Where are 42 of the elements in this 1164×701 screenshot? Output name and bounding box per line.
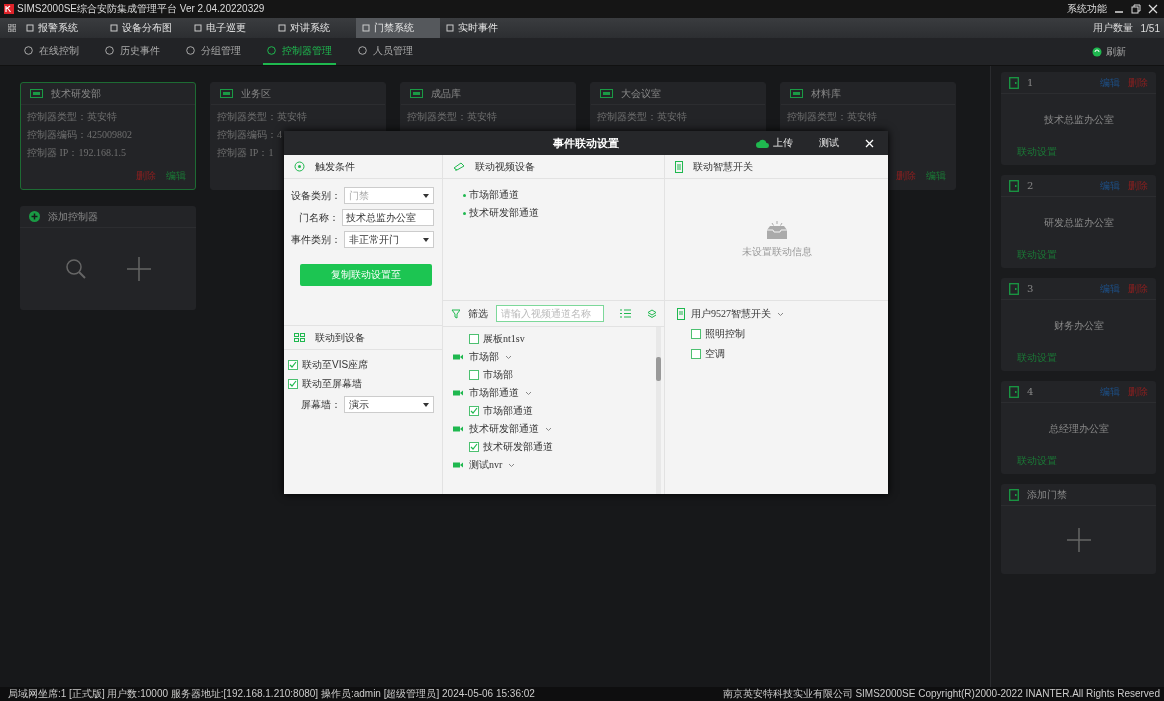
controller-name: 大会议室 (621, 86, 661, 101)
door-name: 总经理办公室 (1048, 421, 1109, 436)
door-name: 技术总监办公室 (1043, 112, 1114, 127)
user-count-value: 1/51 (1140, 22, 1160, 34)
door-number: 3 (1027, 283, 1034, 294)
field-label: 事件类别： (289, 232, 341, 247)
controller-info: 控制器编码：4 (217, 128, 283, 142)
controller-info: 控制器类型：英安特 (597, 110, 688, 124)
controller-info: 控制器类型：英安特 (217, 110, 308, 124)
controller-info: 控制器类型：英安特 (27, 110, 118, 124)
controller-info: 控制器 IP：1 (217, 146, 275, 160)
door-name: 研发总监办公室 (1043, 215, 1114, 230)
section-title: 联动智慧开关 (693, 159, 753, 174)
window-title: SIMS2000SE综合安防集成管理平台 Ver 2.04.20220329 (17, 2, 265, 16)
controller-info: 控制器类型：英安特 (407, 110, 498, 124)
door-number: 4 (1027, 386, 1034, 397)
door-number: 2 (1027, 180, 1034, 191)
controller-name: 材料库 (811, 86, 841, 101)
field-label: 屏幕墙： (299, 397, 341, 412)
controller-name: 业务区 (241, 86, 271, 101)
door-name: 财务办公室 (1053, 318, 1104, 333)
copyright-text: 南京英安特科技实业有限公司 SIMS2000SE Copyright(R)2000-2022 INANTER.All Rights Reserved (722, 687, 1160, 701)
linked-channel: 市场部通道 (463, 188, 644, 202)
section-title: 触发条件 (315, 159, 355, 174)
dialog-title: 事件联动设置 (553, 135, 619, 151)
controller-info: 控制器类型：英安特 (787, 110, 878, 124)
door-number: 1 (1027, 77, 1034, 88)
controller-name: 技术研发部 (51, 86, 101, 101)
status-text: 局域网坐席:1 [正式版] 用户数:10000 服务器地址:[192.168.1.210:8080] 操作员:admin [超级管理员] 2024-05-06 15:36:02 (8, 687, 535, 701)
controller-info: 控制器编码：425009802 (27, 128, 133, 142)
controller-name: 成品库 (431, 86, 461, 101)
section-title: 联动视频设备 (475, 159, 535, 174)
controller-info: 控制器 IP：192.168.1.5 (27, 146, 127, 160)
field-label: 设备类别： (289, 188, 341, 203)
add-controller-label: 添加控制器 (48, 209, 98, 224)
filter-label: 筛选 (468, 306, 489, 321)
field-label: 门名称： (298, 210, 339, 225)
linked-channel: 技术研发部通道 (463, 206, 644, 220)
section-title: 联动到设备 (315, 330, 365, 345)
user-count-label: 用户数量 (1092, 21, 1133, 35)
empty-message: 未设置联动信息 (741, 244, 812, 259)
add-door-label: 添加门禁 (1027, 487, 1067, 502)
